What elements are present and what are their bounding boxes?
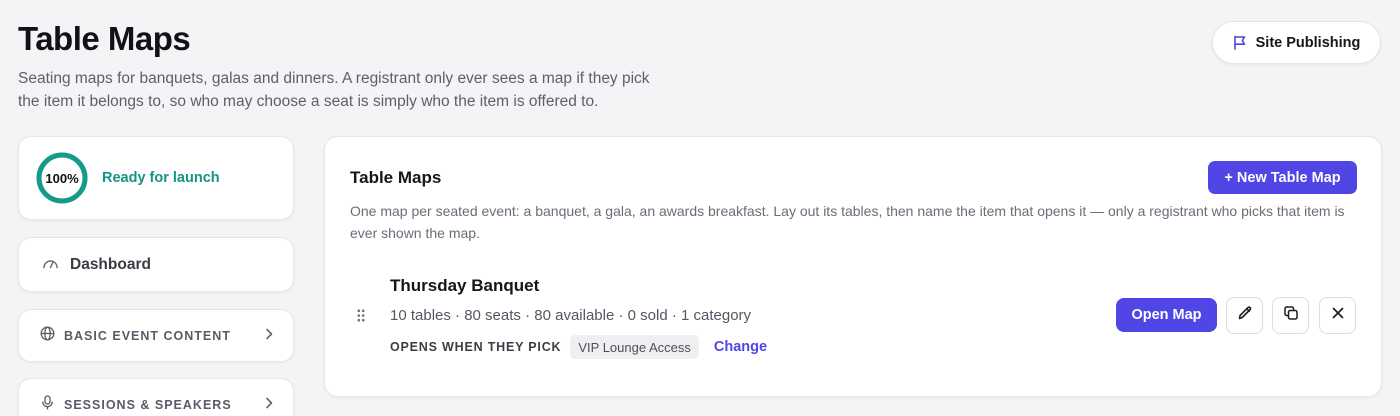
flag-icon <box>1233 35 1247 50</box>
open-map-button[interactable]: Open Map <box>1116 298 1217 332</box>
sidebar-item-sessions-speakers[interactable]: SESSIONS & SPEAKERS <box>18 378 294 416</box>
chevron-right-icon <box>265 327 273 345</box>
opens-label: OPENS WHEN THEY PICK <box>390 340 562 354</box>
copy-icon <box>1283 305 1299 326</box>
map-stats: 10 tables · 80 seats · 80 available · 0 … <box>390 307 752 324</box>
map-name: Thursday Banquet <box>390 276 540 295</box>
launch-status: Ready for launch <box>102 170 220 186</box>
sidebar-item-basic-event-content[interactable]: BASIC EVENT CONTENT <box>18 309 294 362</box>
sidebar-item-label: BASIC EVENT CONTENT <box>64 328 231 343</box>
microphone-icon <box>40 394 55 415</box>
globe-icon <box>40 326 55 346</box>
panel-description: One map per seated event: a banquet, a g… <box>350 203 1345 241</box>
site-publishing-label: Site Publishing <box>1255 34 1361 51</box>
sidebar-item-label: Dashboard <box>70 255 151 273</box>
launch-progress-card: 100% Ready for launch <box>18 136 294 220</box>
new-table-map-button[interactable]: + New Table Map <box>1208 161 1357 194</box>
drag-handle-icon[interactable] <box>357 309 365 327</box>
page-subtitle: Seating maps for banquets, galas and din… <box>18 70 650 110</box>
page-title: Table Maps <box>18 20 191 57</box>
progress-ring: 100% <box>36 152 88 204</box>
progress-percent: 100% <box>45 170 79 186</box>
chevron-right-icon <box>265 396 273 414</box>
table-maps-panel: Table Maps + New Table Map One map per s… <box>324 136 1382 397</box>
linked-item-chip: VIP Lounge Access <box>570 335 699 359</box>
edit-button[interactable] <box>1226 297 1263 334</box>
site-publishing-button[interactable]: Site Publishing <box>1212 21 1381 64</box>
sidebar-item-label: SESSIONS & SPEAKERS <box>64 397 232 412</box>
panel-title: Table Maps <box>350 168 442 187</box>
delete-button[interactable] <box>1319 297 1356 334</box>
change-link[interactable]: Change <box>714 339 767 355</box>
pencil-icon <box>1237 305 1253 326</box>
opens-when-row: OPENS WHEN THEY PICK VIP Lounge Access C… <box>390 335 767 359</box>
gauge-icon <box>42 255 59 274</box>
sidebar-item-dashboard[interactable]: Dashboard <box>18 237 294 292</box>
close-icon <box>1331 306 1345 325</box>
duplicate-button[interactable] <box>1272 297 1309 334</box>
